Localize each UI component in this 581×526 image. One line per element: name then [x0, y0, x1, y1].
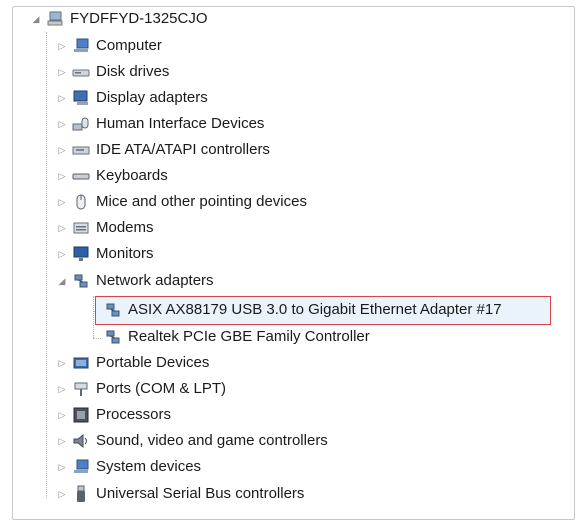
tree-item-label: Ports (COM & LPT) — [96, 380, 227, 397]
network-adapter-icon — [106, 303, 120, 317]
tree-item-network-adapters[interactable]: ◢ Network adapters — [56, 270, 214, 292]
collapsed-arrow-icon[interactable]: ▷ — [56, 404, 68, 426]
processor-icon — [73, 407, 89, 423]
tree-item-label: Portable Devices — [96, 354, 210, 371]
keyboard-icon — [72, 173, 90, 180]
network-adapter-icon — [106, 330, 120, 344]
tree-item-disk-drives[interactable]: ▷ Disk drives — [56, 61, 170, 83]
tree-item-display-adapters[interactable]: ▷ Display adapters — [56, 87, 208, 109]
tree-item-label: Network adapters — [96, 272, 214, 289]
tree-item-monitors[interactable]: ▷ Monitors — [56, 243, 154, 265]
tree-item-portable-devices[interactable]: ▷ Portable Devices — [56, 352, 210, 374]
collapsed-arrow-icon[interactable]: ▷ — [56, 217, 68, 239]
collapsed-arrow-icon[interactable]: ▷ — [56, 191, 68, 213]
tree-root[interactable]: ◢ FYDFFYD-1325CJO — [30, 8, 208, 30]
tree-item-computer[interactable]: ▷ Computer — [56, 35, 162, 57]
tree-item-ide-controllers[interactable]: ▷ IDE ATA/ATAPI controllers — [56, 139, 270, 161]
network-adapter-icon — [74, 274, 88, 288]
portable-device-icon — [73, 357, 89, 369]
tree-item-label: Disk drives — [96, 63, 170, 80]
expand-arrow-icon[interactable]: ◢ — [30, 8, 42, 30]
collapsed-arrow-icon[interactable]: ▷ — [56, 61, 68, 83]
tree-guide-line-children — [93, 296, 94, 338]
tree-item-usb-controllers[interactable]: ▷ Universal Serial Bus controllers — [56, 483, 304, 505]
tree-item-label: Monitors — [96, 245, 154, 262]
collapsed-arrow-icon[interactable]: ▷ — [56, 352, 68, 374]
tree-root-label: FYDFFYD-1325CJO — [70, 10, 208, 27]
port-icon — [74, 382, 88, 396]
collapsed-arrow-icon[interactable]: ▷ — [56, 430, 68, 452]
disk-drive-icon — [72, 69, 90, 77]
tree-item-label: Mice and other pointing devices — [96, 193, 307, 210]
collapsed-arrow-icon[interactable]: ▷ — [56, 165, 68, 187]
tree-item-label: Realtek PCIe GBE Family Controller — [128, 328, 370, 345]
computer-root-icon — [47, 11, 63, 26]
monitor-icon — [73, 246, 89, 261]
tree-item-label: Sound, video and game controllers — [96, 432, 328, 449]
tree-item-label: Keyboards — [96, 167, 168, 184]
ide-controller-icon — [72, 146, 90, 155]
tree-item-label: Universal Serial Bus controllers — [96, 485, 305, 502]
tree-item-label: IDE ATA/ATAPI controllers — [96, 141, 270, 158]
modem-icon — [73, 222, 89, 234]
tree-item-sound-video-game[interactable]: ▷ Sound, video and game controllers — [56, 430, 328, 452]
tree-item-label: Processors — [96, 406, 172, 423]
tree-item-human-interface-devices[interactable]: ▷ Human Interface Devices — [56, 113, 265, 135]
tree-item-label: System devices — [96, 458, 202, 475]
expand-arrow-icon[interactable]: ◢ — [56, 270, 68, 292]
tree-item-asix-adapter[interactable]: ASIX AX88179 USB 3.0 to Gigabit Ethernet… — [104, 299, 502, 321]
tree-item-modems[interactable]: ▷ Modems — [56, 217, 154, 239]
collapsed-arrow-icon[interactable]: ▷ — [56, 378, 68, 400]
collapsed-arrow-icon[interactable]: ▷ — [56, 87, 68, 109]
tree-item-mice[interactable]: ▷ Mice and other pointing devices — [56, 191, 307, 213]
collapsed-arrow-icon[interactable]: ▷ — [56, 456, 68, 478]
collapsed-arrow-icon[interactable]: ▷ — [56, 139, 68, 161]
collapsed-arrow-icon[interactable]: ▷ — [56, 243, 68, 265]
hid-icon — [72, 117, 89, 131]
display-adapter-icon — [73, 90, 88, 105]
sound-icon — [73, 433, 87, 449]
tree-item-keyboards[interactable]: ▷ Keyboards — [56, 165, 168, 187]
mouse-icon — [76, 194, 86, 210]
collapsed-arrow-icon[interactable]: ▷ — [56, 483, 68, 505]
computer-icon — [74, 38, 89, 52]
system-device-icon — [74, 459, 89, 473]
tree-item-label: Modems — [96, 219, 154, 236]
tree-item-system-devices[interactable]: ▷ System devices — [56, 456, 202, 478]
collapsed-arrow-icon[interactable]: ▷ — [56, 35, 68, 57]
usb-icon — [77, 485, 85, 502]
tree-item-ports[interactable]: ▷ Ports (COM & LPT) — [56, 378, 226, 400]
tree-guide-line — [46, 32, 47, 498]
tree-item-realtek-controller[interactable]: Realtek PCIe GBE Family Controller — [104, 326, 370, 348]
tree-item-label: Human Interface Devices — [96, 115, 265, 132]
tree-item-label: ASIX AX88179 USB 3.0 to Gigabit Ethernet… — [128, 301, 502, 318]
tree-item-label: Display adapters — [96, 89, 208, 106]
tree-guide-branch — [93, 338, 101, 339]
collapsed-arrow-icon[interactable]: ▷ — [56, 113, 68, 135]
tree-item-label: Computer — [96, 37, 162, 54]
tree-item-processors[interactable]: ▷ Processors — [56, 404, 172, 426]
